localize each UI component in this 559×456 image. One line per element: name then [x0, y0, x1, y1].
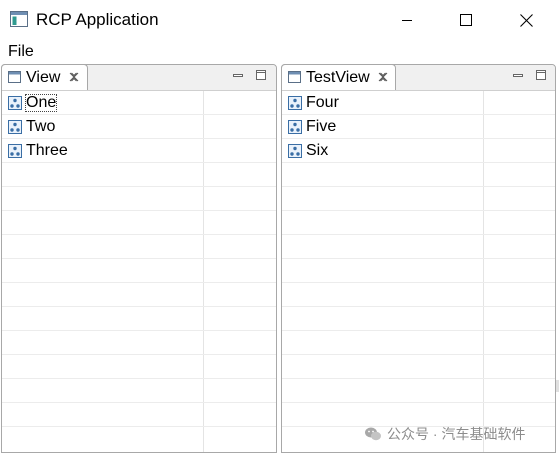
- maximize-icon: [460, 14, 472, 26]
- row-line: [282, 234, 555, 235]
- list-item-label: Five: [306, 118, 337, 135]
- testview-list[interactable]: Four Five Six: [282, 91, 555, 452]
- window-title: RCP Application: [36, 10, 159, 29]
- column-divider: [203, 91, 204, 452]
- list-item[interactable]: Three: [8, 141, 69, 161]
- row-line: [282, 162, 555, 163]
- row-line: [282, 330, 555, 331]
- row-line: [282, 378, 555, 379]
- row-line: [2, 162, 276, 163]
- maximize-view-icon[interactable]: [255, 69, 267, 81]
- item-icon: [288, 144, 302, 158]
- row-line: [282, 282, 555, 283]
- row-line: [2, 138, 276, 139]
- row-line: [2, 402, 276, 403]
- row-line: [2, 234, 276, 235]
- maximize-button[interactable]: [437, 0, 495, 40]
- row-line: [2, 354, 276, 355]
- row-line: [2, 114, 276, 115]
- row-line: [2, 426, 276, 427]
- row-line: [282, 210, 555, 211]
- row-line: [2, 258, 276, 259]
- row-line: [282, 186, 555, 187]
- list-item-label: Three: [26, 142, 68, 159]
- view-icon: [288, 71, 301, 83]
- tab-view[interactable]: View: [1, 64, 88, 90]
- row-line: [2, 210, 276, 211]
- item-icon: [288, 96, 302, 110]
- view-list[interactable]: One Two Three: [2, 91, 276, 452]
- application-icon: [10, 11, 28, 27]
- item-icon: [288, 120, 302, 134]
- watermark: 公众号 · 汽车基础软件: [364, 425, 525, 443]
- list-item[interactable]: Four: [288, 93, 340, 113]
- item-icon: [8, 120, 22, 134]
- row-line: [2, 282, 276, 283]
- minimize-view-icon[interactable]: [512, 69, 524, 81]
- row-line: [282, 258, 555, 259]
- testview-panel-header: TestView: [281, 64, 555, 91]
- row-line: [2, 186, 276, 187]
- item-icon: [8, 144, 22, 158]
- testview-panel: TestView Four Five Six: [281, 64, 556, 453]
- title-bar: RCP Application: [0, 0, 559, 40]
- list-item[interactable]: One: [8, 93, 58, 113]
- list-item-label: One: [25, 94, 58, 112]
- row-line: [2, 378, 276, 379]
- maximize-view-icon[interactable]: [535, 69, 547, 81]
- minimize-view-icon[interactable]: [232, 69, 244, 81]
- view-panel: View One Two Three: [1, 64, 277, 453]
- minimize-icon: [402, 20, 412, 21]
- wechat-icon: [365, 427, 381, 441]
- row-line: [2, 330, 276, 331]
- menu-file[interactable]: File: [8, 43, 34, 61]
- tab-testview-label: TestView: [306, 69, 370, 86]
- row-line: [282, 354, 555, 355]
- row-line: [2, 306, 276, 307]
- list-item[interactable]: Two: [8, 117, 56, 137]
- menu-bar: File: [0, 40, 559, 64]
- list-item-label: Four: [306, 94, 339, 111]
- row-line: [282, 114, 555, 115]
- close-button[interactable]: [497, 0, 555, 40]
- list-item[interactable]: Five: [288, 117, 337, 137]
- row-line: [282, 306, 555, 307]
- list-item-label: Six: [306, 142, 329, 159]
- list-item-label: Two: [26, 118, 56, 135]
- row-line: [282, 402, 555, 403]
- watermark-text: 公众号 · 汽车基础软件: [387, 426, 526, 442]
- row-line: [282, 138, 555, 139]
- item-icon: [8, 96, 22, 110]
- tab-testview[interactable]: TestView: [281, 64, 396, 90]
- tab-view-label: View: [26, 69, 61, 86]
- tab-close-icon[interactable]: [377, 71, 389, 83]
- view-icon: [8, 71, 21, 83]
- column-divider: [483, 91, 484, 452]
- view-panel-header: View: [1, 64, 276, 91]
- close-icon: [519, 13, 533, 27]
- minimize-button[interactable]: [378, 0, 436, 40]
- list-item[interactable]: Six: [288, 141, 329, 161]
- tab-close-icon[interactable]: [68, 71, 80, 83]
